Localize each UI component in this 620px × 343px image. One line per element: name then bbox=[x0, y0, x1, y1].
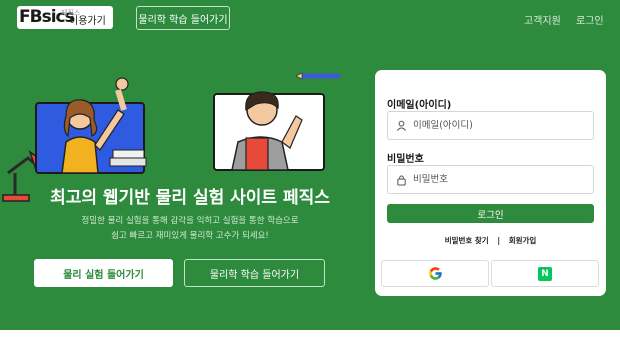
account-links: 비밀번호 찾기 | 회원가입 bbox=[375, 235, 606, 246]
password-field[interactable] bbox=[413, 174, 583, 185]
nav-support-link[interactable]: 고객지원 bbox=[524, 12, 561, 27]
login-button[interactable]: 로그인 bbox=[387, 204, 594, 223]
hero-description: 정밀한 물리 실험을 통해 감각을 익히고 실험을 통한 학습으로 쉽고 빠르고… bbox=[30, 214, 350, 244]
user-icon bbox=[396, 120, 407, 131]
find-password-link[interactable]: 비밀번호 찾기 bbox=[445, 236, 489, 245]
google-icon bbox=[428, 267, 442, 280]
naver-login-button[interactable]: N bbox=[491, 260, 599, 287]
password-label: 비밀번호 bbox=[387, 154, 424, 165]
links-separator: | bbox=[497, 236, 501, 245]
email-label: 이메일(아이디) bbox=[387, 100, 452, 111]
google-login-button[interactable] bbox=[381, 260, 489, 287]
hero-description-line-1: 정밀한 물리 실험을 통해 감각을 익히고 실험을 통한 학습으로 bbox=[81, 216, 299, 226]
naver-icon: N bbox=[538, 266, 552, 281]
email-field[interactable] bbox=[413, 120, 583, 131]
page-footer-strip bbox=[0, 330, 620, 343]
girl-illustration bbox=[35, 77, 147, 174]
email-field-wrapper bbox=[387, 111, 594, 140]
password-field-wrapper bbox=[387, 165, 594, 194]
lock-icon bbox=[397, 174, 406, 186]
experiment-button[interactable]: 물리 실험 들어가기 bbox=[34, 259, 173, 287]
logo[interactable]: FBsics 페직스 이용가기 bbox=[17, 6, 113, 29]
signup-link[interactable]: 회원가입 bbox=[509, 236, 537, 245]
study-button[interactable]: 물리학 학습 들어가기 bbox=[184, 259, 325, 287]
logo-subtext: 이용가기 bbox=[69, 16, 106, 27]
nav-login-link[interactable]: 로그인 bbox=[576, 12, 604, 27]
login-card: 이메일(아이디) 비밀번호 로그인 비밀번호 찾기 | 회원가입 bbox=[375, 70, 606, 296]
hero-section: FBsics 페직스 이용가기 물리학 학습 들어가기 고객지원 로그인 최고의… bbox=[0, 0, 620, 330]
boy-illustration bbox=[213, 72, 341, 171]
hero-headline: 최고의 웹기반 물리 실험 사이트 페직스 bbox=[50, 188, 330, 208]
hero-description-line-2: 쉽고 빠르고 재미있게 물리학 고수가 되세요! bbox=[111, 231, 269, 241]
header-study-button[interactable]: 물리학 학습 들어가기 bbox=[136, 6, 230, 30]
